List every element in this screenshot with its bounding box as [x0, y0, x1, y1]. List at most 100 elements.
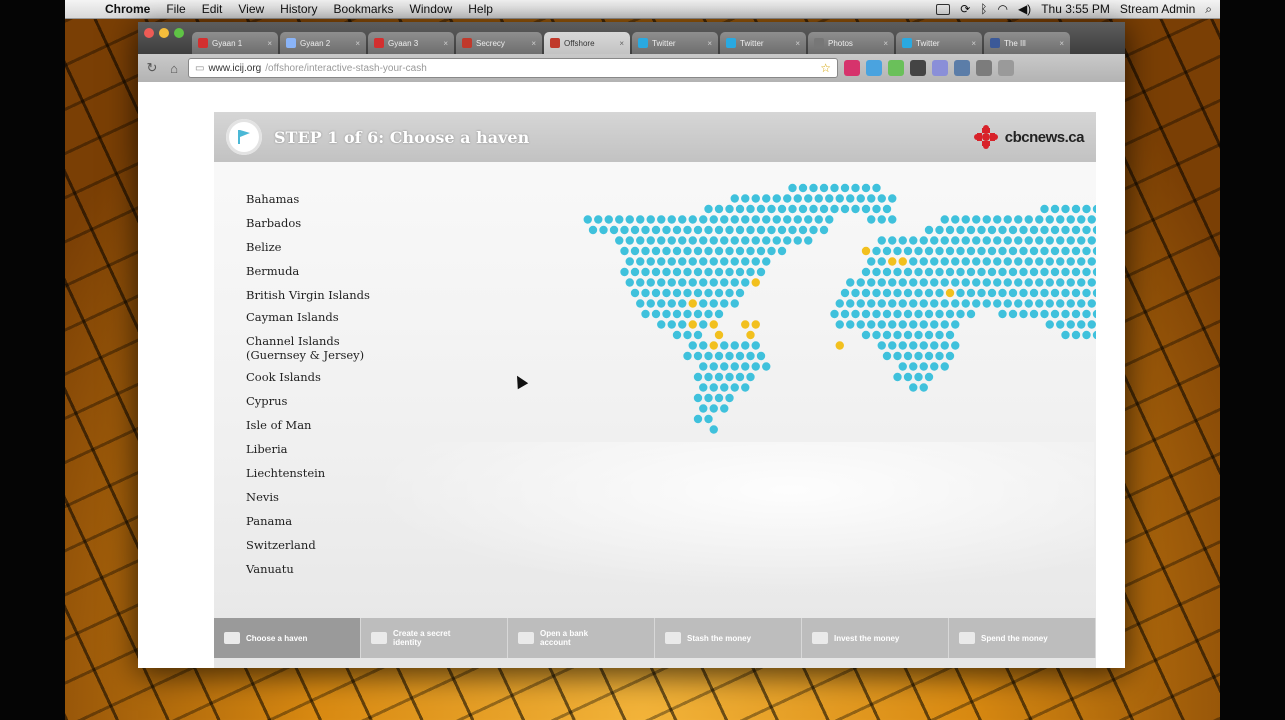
tab-close-icon[interactable]: ×: [795, 39, 800, 48]
tab-close-icon[interactable]: ×: [531, 39, 536, 48]
haven-marker-dot[interactable]: [746, 330, 755, 340]
haven-marker-dot[interactable]: [714, 330, 724, 340]
menu-help[interactable]: Help: [460, 2, 501, 16]
chrome-menu-icon[interactable]: [998, 60, 1014, 76]
tab-close-icon[interactable]: ×: [619, 39, 624, 48]
haven-option[interactable]: Isle of Man: [246, 418, 386, 432]
haven-marker-dot[interactable]: [751, 320, 760, 329]
haven-marker-dot[interactable]: [888, 257, 897, 266]
haven-option[interactable]: Nevis: [246, 490, 386, 504]
haven-option[interactable]: Belize: [246, 240, 386, 254]
menu-edit[interactable]: Edit: [194, 2, 231, 16]
haven-option[interactable]: Barbados: [246, 216, 386, 230]
extension-icon[interactable]: [844, 60, 860, 76]
haven-option[interactable]: Cook Islands: [246, 370, 386, 384]
haven-marker-dot[interactable]: [945, 288, 955, 298]
browser-tab[interactable]: Secrecy ×: [456, 32, 542, 54]
zoom-window-icon[interactable]: [174, 28, 184, 38]
tab-close-icon[interactable]: ×: [267, 39, 272, 48]
menu-app-name[interactable]: Chrome: [97, 2, 158, 16]
haven-marker-dot[interactable]: [898, 257, 907, 266]
land-dot: [1008, 267, 1018, 277]
land-dot: [956, 267, 965, 277]
extension-icon[interactable]: [888, 60, 904, 76]
extension-icon[interactable]: [866, 60, 882, 76]
menu-user[interactable]: Stream Admin: [1120, 2, 1195, 16]
extension-icon[interactable]: [976, 60, 992, 76]
home-icon[interactable]: ⌂: [166, 60, 182, 76]
tab-close-icon[interactable]: ×: [971, 39, 976, 48]
browser-tab[interactable]: Gyaan 2 ×: [280, 32, 366, 54]
address-bar[interactable]: ▭ www.icij.org /offshore/interactive-sta…: [188, 58, 838, 78]
land-dot: [919, 341, 928, 350]
haven-marker-dot[interactable]: [751, 278, 760, 287]
haven-option[interactable]: British Virgin Islands: [246, 288, 386, 302]
land-dot: [709, 215, 718, 224]
menu-view[interactable]: View: [230, 2, 272, 16]
land-dot: [1061, 246, 1070, 256]
haven-marker-dot[interactable]: [688, 299, 697, 308]
browser-tab[interactable]: Photos ×: [808, 32, 894, 54]
browser-tab[interactable]: Offshore ×: [544, 32, 630, 54]
haven-option[interactable]: Channel Islands (Guernsey & Jersey): [246, 334, 386, 362]
display-icon[interactable]: [936, 3, 951, 15]
browser-tab[interactable]: Gyaan 3 ×: [368, 32, 454, 54]
step-nav-item[interactable]: Create a secret identity: [361, 618, 508, 658]
step-nav-item[interactable]: Invest the money: [802, 618, 949, 658]
extension-icon[interactable]: [932, 60, 948, 76]
browser-tab[interactable]: Twitter ×: [720, 32, 806, 54]
tab-close-icon[interactable]: ×: [883, 39, 888, 48]
menu-history[interactable]: History: [272, 2, 325, 16]
haven-option[interactable]: Panama: [246, 514, 386, 528]
spotlight-search-icon[interactable]: ⌕: [1205, 2, 1212, 17]
minimize-window-icon[interactable]: [159, 28, 169, 38]
step-nav-item[interactable]: Stash the money: [655, 618, 802, 658]
close-window-icon[interactable]: [144, 28, 154, 38]
menu-bookmarks[interactable]: Bookmarks: [326, 2, 402, 16]
browser-tab[interactable]: Twitter ×: [632, 32, 718, 54]
land-dot: [919, 278, 928, 287]
land-dot: [683, 330, 692, 340]
haven-marker-dot[interactable]: [709, 320, 718, 329]
menu-window[interactable]: Window: [402, 2, 461, 16]
tab-close-icon[interactable]: ×: [355, 39, 360, 48]
tab-close-icon[interactable]: ×: [443, 39, 448, 48]
haven-option[interactable]: Liberia: [246, 442, 386, 456]
haven-option[interactable]: Bermuda: [246, 264, 386, 278]
wifi-icon[interactable]: ◠: [997, 2, 1007, 16]
cbc-news-logo[interactable]: cbcnews.ca: [973, 124, 1085, 150]
haven-option[interactable]: Switzerland: [246, 538, 386, 552]
haven-option[interactable]: Liechtenstein: [246, 466, 386, 480]
haven-marker-dot[interactable]: [688, 320, 697, 329]
land-dot: [998, 288, 1007, 298]
land-dot: [814, 194, 823, 203]
haven-option[interactable]: Bahamas: [246, 192, 386, 206]
menu-clock[interactable]: Thu 3:55 PM: [1041, 2, 1110, 16]
step-nav-item[interactable]: Choose a haven: [214, 618, 361, 658]
browser-tab[interactable]: The Ill ×: [984, 32, 1070, 54]
extension-icon[interactable]: [954, 60, 970, 76]
step-nav-item[interactable]: Open a bank account: [508, 618, 655, 658]
land-dot: [756, 204, 766, 214]
tab-favicon-icon: [374, 38, 384, 48]
extension-icon[interactable]: [910, 60, 926, 76]
haven-marker-dot[interactable]: [709, 341, 718, 350]
volume-icon[interactable]: ◀): [1018, 2, 1031, 16]
bookmark-star-icon[interactable]: ☆: [820, 61, 831, 75]
tab-close-icon[interactable]: ×: [707, 39, 712, 48]
haven-option[interactable]: Vanuatu: [246, 562, 386, 576]
haven-option[interactable]: Cyprus: [246, 394, 386, 408]
tab-close-icon[interactable]: ×: [1059, 39, 1064, 48]
reload-icon[interactable]: ↻: [144, 60, 160, 76]
menu-file[interactable]: File: [158, 2, 193, 16]
bluetooth-icon[interactable]: ᛒ: [980, 2, 987, 16]
haven-marker-dot[interactable]: [835, 341, 844, 350]
browser-tab[interactable]: Twitter ×: [896, 32, 982, 54]
step-nav-item[interactable]: Spend the money: [949, 618, 1096, 658]
browser-tab[interactable]: Gyaan 1 ×: [192, 32, 278, 54]
haven-marker-dot[interactable]: [741, 320, 750, 329]
land-dot: [1019, 267, 1028, 277]
haven-marker-dot[interactable]: [861, 246, 871, 256]
sync-icon[interactable]: ⟳: [960, 2, 970, 16]
haven-option[interactable]: Cayman Islands: [246, 310, 386, 324]
